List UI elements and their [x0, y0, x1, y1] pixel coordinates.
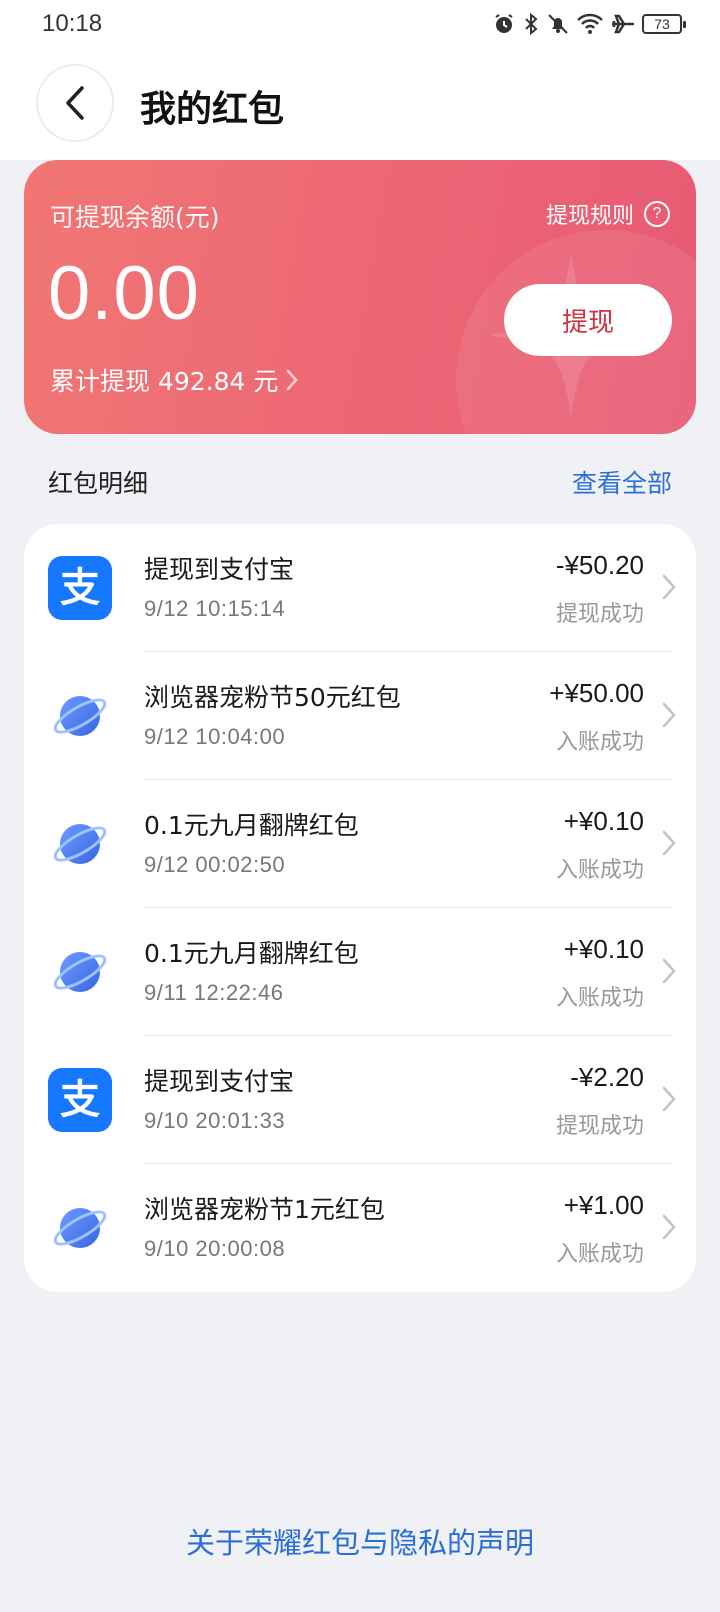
balance-value: 0.00	[48, 251, 200, 336]
details-title: 红包明细	[48, 469, 149, 498]
item-time: 9/12 10:15:14	[144, 596, 286, 621]
view-all-link[interactable]: 查看全部	[572, 464, 672, 500]
chevron-right-icon	[662, 702, 676, 728]
item-title: 浏览器宠粉节1元红包	[144, 1195, 385, 1224]
status-bar: 10:18 73	[0, 0, 720, 48]
alipay-icon: 支	[48, 1068, 112, 1132]
item-time: 9/12 00:02:50	[144, 852, 286, 877]
item-title: 浏览器宠粉节50元红包	[144, 683, 401, 712]
chevron-right-icon	[662, 574, 676, 600]
browser-icon	[53, 824, 107, 864]
withdraw-rules-link[interactable]: 提现规则 ?	[546, 198, 670, 230]
balance-card: 可提现余额(元) 提现规则 ? 0.00 累计提现 492.84 元 提现	[24, 160, 696, 434]
list-item[interactable]: 支 提现到支付宝 9/10 20:01:33 -¥2.20 提现成功	[24, 1036, 696, 1164]
rules-label: 提现规则	[545, 204, 634, 229]
chevron-right-icon	[662, 830, 676, 856]
browser-icon	[53, 696, 107, 736]
browser-icon	[53, 1208, 107, 1248]
status-time: 10:18	[42, 10, 103, 37]
list-item[interactable]: 浏览器宠粉节50元红包 9/12 10:04:00 +¥50.00 入账成功	[24, 652, 696, 780]
item-amount: +¥0.10	[563, 934, 644, 964]
item-status: 入账成功	[555, 858, 644, 883]
mute-icon	[548, 14, 568, 34]
top-bar: 10:18 73 我的红包	[0, 0, 720, 160]
item-title: 提现到支付宝	[144, 1067, 295, 1096]
privacy-statement-link[interactable]: 关于荣耀红包与隐私的声明	[0, 1520, 720, 1562]
total-withdraw-link[interactable]: 累计提现 492.84 元	[50, 362, 299, 398]
item-amount: +¥50.00	[549, 678, 644, 708]
item-amount: -¥50.20	[555, 550, 644, 580]
item-title: 提现到支付宝	[144, 555, 295, 584]
balance-label: 可提现余额(元)	[50, 203, 220, 232]
item-title: 0.1元九月翻牌红包	[144, 811, 359, 840]
alipay-icon: 支	[48, 556, 112, 620]
item-time: 9/11 12:22:46	[144, 980, 284, 1005]
item-status: 提现成功	[555, 602, 644, 627]
item-title: 0.1元九月翻牌红包	[144, 939, 359, 968]
wifi-icon	[577, 13, 603, 34]
details-header: 红包明细 查看全部	[48, 464, 672, 504]
item-amount: +¥1.00	[563, 1190, 644, 1220]
item-time: 9/10 20:00:08	[144, 1236, 286, 1261]
browser-icon	[53, 952, 107, 992]
airplane-icon	[612, 14, 634, 34]
help-icon: ?	[644, 201, 670, 227]
details-list: 支 提现到支付宝 9/12 10:15:14 -¥50.20 提现成功 浏览器宠…	[24, 524, 696, 1292]
item-status: 提现成功	[555, 1114, 644, 1139]
item-time: 9/12 10:04:00	[144, 724, 286, 749]
chevron-right-icon	[662, 1086, 676, 1112]
status-icons: 73	[492, 10, 686, 38]
chevron-right-icon	[662, 1214, 676, 1240]
page-title: 我的红包	[140, 89, 285, 130]
item-time: 9/10 20:01:33	[144, 1108, 286, 1133]
back-button[interactable]	[36, 64, 114, 142]
list-item[interactable]: 浏览器宠粉节1元红包 9/10 20:00:08 +¥1.00 入账成功	[24, 1164, 696, 1292]
list-item[interactable]: 支 提现到支付宝 9/12 10:15:14 -¥50.20 提现成功	[24, 524, 696, 652]
item-status: 入账成功	[555, 730, 644, 755]
list-item[interactable]: 0.1元九月翻牌红包 9/12 00:02:50 +¥0.10 入账成功	[24, 780, 696, 908]
item-amount: +¥0.10	[563, 806, 644, 836]
list-item[interactable]: 0.1元九月翻牌红包 9/11 12:22:46 +¥0.10 入账成功	[24, 908, 696, 1036]
withdraw-button[interactable]: 提现	[504, 284, 672, 356]
alarm-icon	[495, 14, 513, 33]
battery-icon: 73	[642, 14, 686, 34]
chevron-right-icon	[287, 369, 299, 391]
item-status: 入账成功	[555, 986, 644, 1011]
item-status: 入账成功	[555, 1242, 644, 1267]
item-amount: -¥2.20	[570, 1062, 644, 1092]
chevron-left-icon	[66, 86, 84, 120]
total-withdraw-text: 累计提现 492.84 元	[50, 367, 279, 396]
bluetooth-icon	[525, 12, 538, 36]
chevron-right-icon	[662, 958, 676, 984]
